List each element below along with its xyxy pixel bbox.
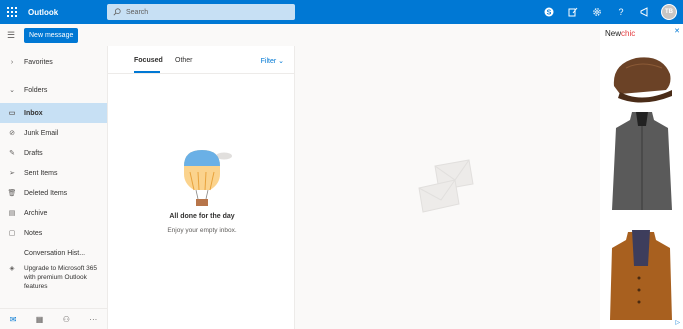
hamburger-menu-icon[interactable]: ☰ — [0, 24, 22, 46]
note-icon: ▢ — [8, 230, 16, 237]
sidebar-item-notes[interactable]: ▢ Notes — [0, 223, 107, 243]
folders-label: Folders — [24, 86, 48, 94]
send-icon: ➢ — [9, 170, 15, 177]
sidebar-item-junk-email[interactable]: ⊘ Junk Email — [0, 123, 107, 143]
empty-state-subtitle: Enjoy your empty inbox. — [167, 227, 237, 234]
search-icon — [113, 8, 121, 16]
hot-air-balloon-icon — [184, 150, 232, 206]
ad-product-jacket[interactable] — [608, 226, 674, 322]
pencil-icon: ✎ — [9, 150, 15, 157]
filter-button[interactable]: Filter ⌄ — [261, 57, 284, 65]
sidebar-item-label: Sent Items — [24, 169, 58, 177]
svg-text:S: S — [547, 10, 552, 17]
feedback-icon[interactable] — [561, 0, 585, 24]
search-input[interactable]: Search — [107, 4, 295, 20]
reading-pane — [295, 46, 600, 329]
upgrade-promo[interactable]: ◈ Upgrade to Microsoft 365 with premium … — [0, 264, 107, 291]
archive-icon: ▤ — [8, 210, 16, 217]
junk-icon: ⊘ — [9, 130, 15, 137]
active-tab-indicator — [134, 71, 160, 73]
chevron-down-icon: ⌄ — [9, 87, 15, 94]
sidebar-item-label: Drafts — [24, 149, 43, 157]
sidebar-item-sent-items[interactable]: ➢ Sent Items — [0, 163, 107, 183]
sidebar-item-label: Archive — [24, 209, 48, 217]
tab-focused[interactable]: Focused — [134, 57, 163, 64]
search-placeholder: Search — [126, 8, 149, 16]
avatar[interactable]: TB — [661, 4, 677, 20]
mail-icon[interactable]: ✉ — [10, 315, 17, 324]
sidebar-item-drafts[interactable]: ✎ Drafts — [0, 143, 107, 163]
more-icon[interactable]: ··· — [89, 315, 97, 324]
chevron-right-icon: › — [10, 58, 14, 66]
calendar-icon[interactable]: ▦ — [36, 315, 44, 324]
settings-icon[interactable] — [585, 0, 609, 24]
app-launcher-icon[interactable] — [0, 0, 24, 24]
ad-logo[interactable]: Newchic — [605, 29, 635, 38]
ad-close-icon[interactable]: ✕ — [674, 27, 680, 35]
empty-state-title: All done for the day — [169, 213, 235, 220]
inbox-tabs: Focused Other Filter ⌄ — [108, 46, 296, 74]
diamond-icon: ◈ — [9, 265, 15, 272]
ad-product-coat[interactable] — [610, 110, 674, 214]
sidebar-item-inbox[interactable]: ▭ Inbox — [0, 103, 107, 123]
sidebar-item-conversation-history[interactable]: Conversation Hist... — [0, 243, 107, 263]
top-bar: Outlook Search S ? TB — [0, 0, 683, 24]
whats-new-icon[interactable] — [633, 0, 657, 24]
tab-other[interactable]: Other — [175, 57, 193, 64]
new-message-button[interactable]: New message — [24, 27, 79, 43]
ad-product-hat[interactable] — [606, 46, 678, 106]
trash-icon: 🗑 — [7, 190, 17, 197]
sidebar-item-label: Notes — [24, 229, 43, 237]
folders-toggle[interactable]: ⌄ Folders — [0, 80, 107, 100]
message-list: Focused Other Filter ⌄ All done for the … — [107, 46, 296, 329]
skype-icon[interactable]: S — [537, 0, 561, 24]
sidebar-item-label: Inbox — [24, 109, 43, 117]
sidebar-item-label: Conversation Hist... — [24, 249, 86, 257]
command-bar: ☰ New message — [0, 24, 600, 46]
favorites-toggle[interactable]: › Favorites — [0, 52, 107, 72]
sidebar-item-deleted-items[interactable]: 🗑 Deleted Items — [0, 183, 107, 203]
help-icon[interactable]: ? — [609, 0, 633, 24]
ad-info-icon[interactable]: ▷ — [675, 319, 680, 326]
app-title[interactable]: Outlook — [28, 8, 106, 17]
envelopes-icon — [418, 159, 474, 213]
folder-pane: › Favorites ⌄ Folders ▭ Inbox ⊘ Junk Ema… — [0, 46, 107, 329]
sidebar-item-archive[interactable]: ▤ Archive — [0, 203, 107, 223]
favorites-label: Favorites — [24, 58, 53, 66]
module-switcher: ✉ ▦ ⚇ ··· — [0, 308, 107, 329]
upgrade-text: Upgrade to Microsoft 365 with premium Ou… — [24, 265, 97, 290]
sidebar-item-label: Deleted Items — [24, 189, 68, 197]
ad-panel[interactable]: Newchic ✕ ▷ — [600, 24, 683, 329]
inbox-icon: ▭ — [8, 110, 16, 117]
people-icon[interactable]: ⚇ — [63, 315, 70, 324]
sidebar-item-label: Junk Email — [24, 129, 59, 137]
